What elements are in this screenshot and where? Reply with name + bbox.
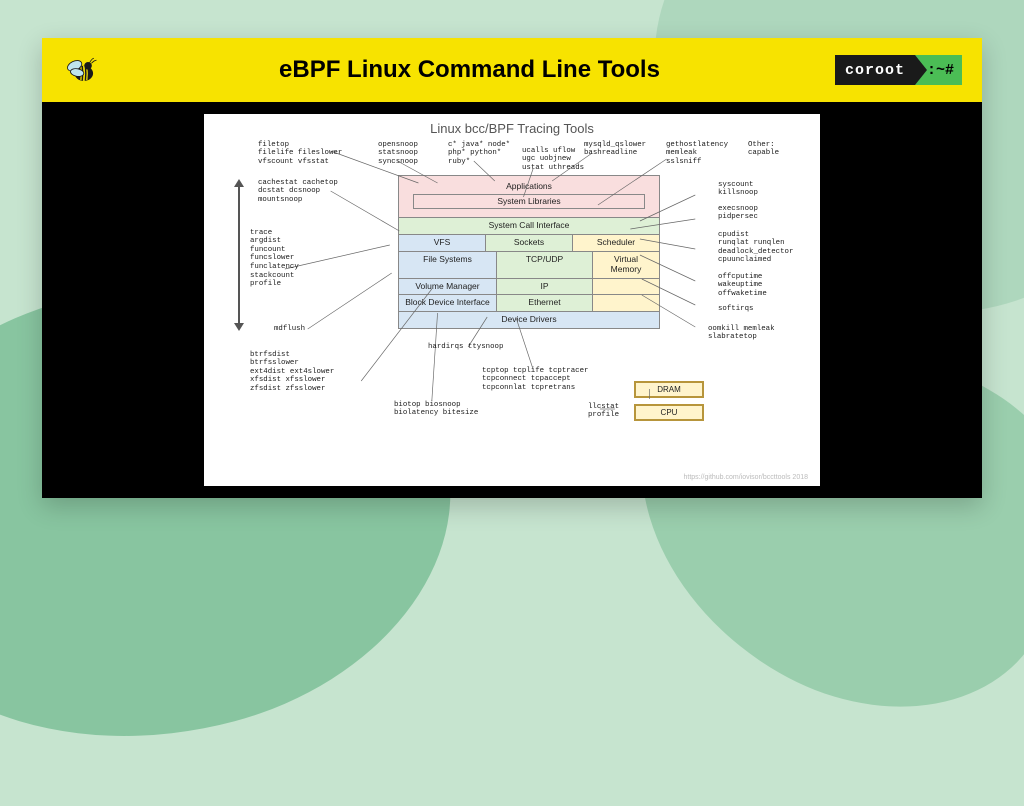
credit-text: https://github.com/iovisor/bccttools 201…: [683, 474, 808, 482]
coroot-logo: coroot :~#: [835, 55, 962, 85]
logo-name: coroot: [835, 55, 915, 85]
logo-prompt: :~#: [927, 55, 962, 85]
lbl-mdflush: mdflush: [274, 325, 305, 334]
slide-header: eBPF Linux Command Line Tools coroot :~#: [42, 38, 982, 102]
layer-applications: Applications: [399, 176, 659, 194]
diagram-layout: Applications System Libraries System Cal…: [218, 145, 806, 465]
hardware-block: DRAM CPU: [634, 381, 704, 421]
logo-arrow-icon: [915, 55, 927, 85]
lbl-cpudist: cpudist runqlat runqlen deadlock_detecto…: [718, 231, 793, 265]
layer-vfs: VFS: [399, 235, 486, 251]
lbl-other: Other: capable: [748, 141, 779, 158]
layer-ethernet: Ethernet: [497, 295, 593, 311]
lbl-oomkill: oomkill memleak slabratetop: [708, 325, 775, 342]
layer-file-systems: File Systems: [399, 252, 497, 278]
diagram-title: Linux bcc/BPF Tracing Tools: [218, 122, 806, 137]
layer-tcp-udp: TCP/UDP: [497, 252, 593, 278]
lbl-filetop: filetop filelife fileslower vfscount vfs…: [258, 141, 342, 167]
lbl-trace: trace argdist funcount funcslower funcla…: [250, 229, 299, 289]
lbl-offcpu: offcputime wakeuptime offwaketime: [718, 273, 767, 299]
hw-cpu: CPU: [634, 404, 704, 421]
slide-body: Linux bcc/BPF Tracing Tools Applications…: [42, 102, 982, 498]
lbl-gethost: gethostlatency memleak sslsniff: [666, 141, 728, 167]
vertical-span-arrow-icon: [234, 185, 246, 325]
lbl-biotop: biotop biosnoop biolatency bitesize: [394, 401, 478, 418]
lbl-cachestat: cachestat cachetop dcstat dcsnoop mounts…: [258, 179, 338, 205]
layer-system-libraries: System Libraries: [413, 194, 645, 210]
layer-virtual-memory: Virtual Memory: [593, 252, 659, 278]
lbl-mysqld: mysqld_qslower bashreadline: [584, 141, 646, 158]
slide-title: eBPF Linux Command Line Tools: [124, 56, 815, 84]
presentation-card: eBPF Linux Command Line Tools coroot :~#…: [42, 38, 982, 498]
hw-dram: DRAM: [634, 381, 704, 398]
lbl-syscount: syscount killsnoop: [718, 181, 758, 198]
diagram-slide: Linux bcc/BPF Tracing Tools Applications…: [204, 114, 820, 486]
layer-device-drivers: Device Drivers: [399, 312, 659, 328]
layer-volume-manager: Volume Manager: [399, 279, 497, 295]
kernel-layer-stack: Applications System Libraries System Cal…: [398, 175, 660, 329]
lbl-execsnoop: execsnoop pidpersec: [718, 205, 758, 222]
lbl-llcstat: llcstat profile: [588, 403, 619, 420]
layer-ip: IP: [497, 279, 593, 295]
ebpf-bee-icon: [62, 49, 104, 91]
lbl-hardirqs: hardirqs ttysnoop: [428, 343, 503, 352]
lbl-softirqs: softirqs: [718, 305, 753, 314]
lbl-opensnoop: opensnoop statsnoop syncsnoop: [378, 141, 418, 167]
lbl-tcptop: tcptop tcplife tcptracer tcpconnect tcpa…: [482, 367, 588, 393]
lbl-btrfs: btrfsdist btrfsslower ext4dist ext4slowe…: [250, 351, 334, 394]
lbl-langs: c* java* node* php* python* ruby*: [448, 141, 510, 167]
layer-block-device-interface: Block Device Interface: [399, 295, 497, 311]
lbl-ucalls: ucalls uflow ugc uobjnew ustat uthreads: [522, 147, 584, 173]
layer-system-call-interface: System Call Interface: [399, 218, 659, 234]
layer-scheduler: Scheduler: [573, 235, 659, 251]
layer-sockets: Sockets: [486, 235, 573, 251]
